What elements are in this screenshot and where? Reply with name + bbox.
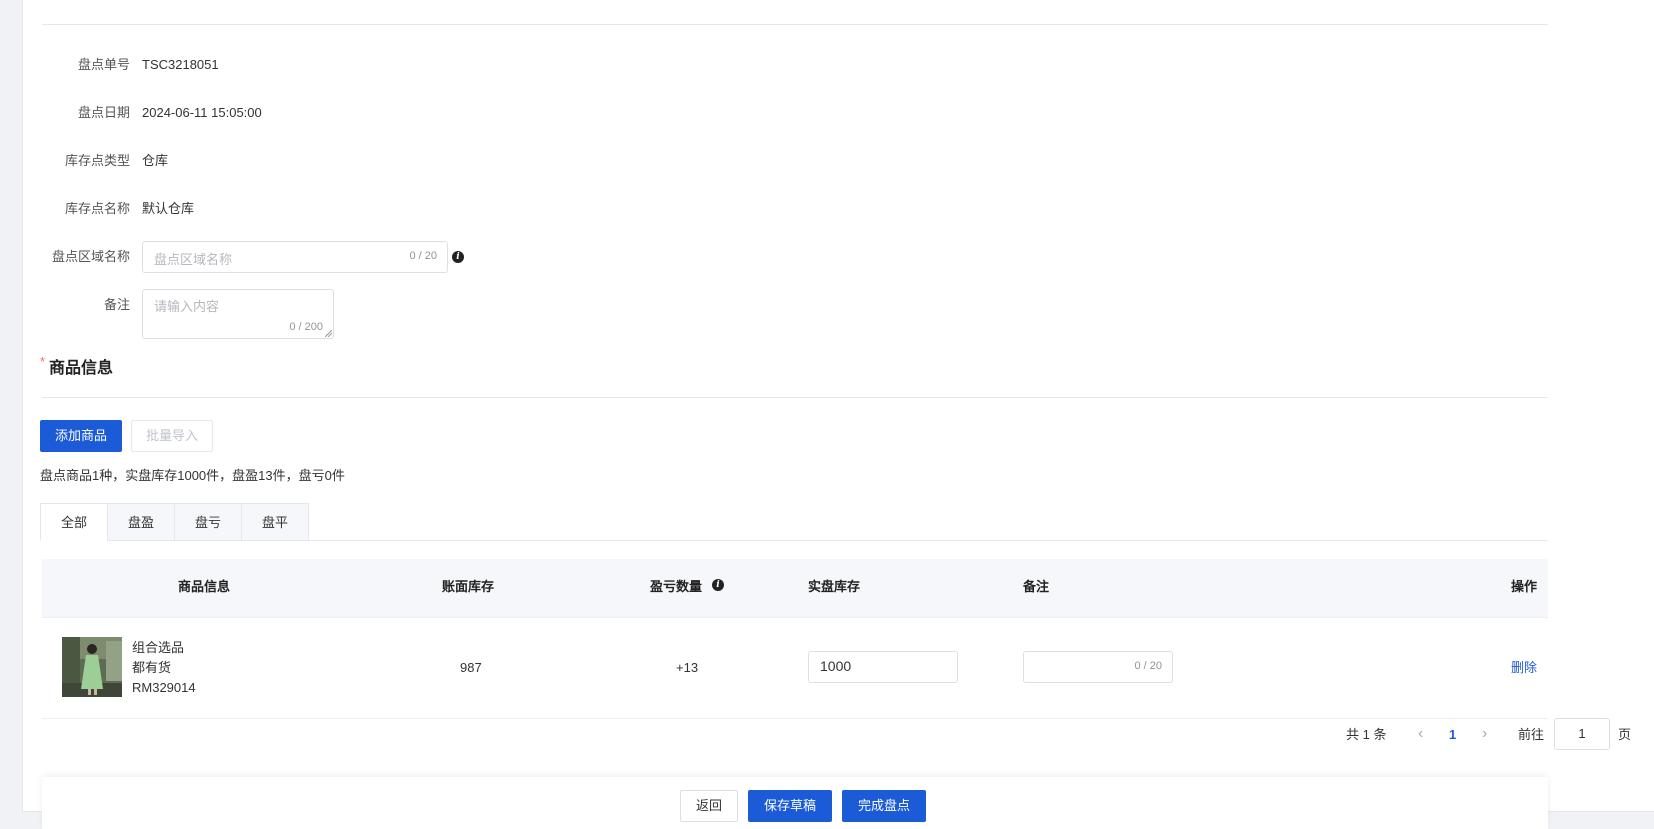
order-no-value: TSC3218051 (142, 57, 219, 72)
row-remark-counter: 0 / 20 (1134, 660, 1162, 672)
required-mark: * (40, 354, 46, 369)
tabs-baseline (308, 540, 1548, 541)
location-name-value: 默认仓库 (142, 201, 195, 216)
area-name-counter: 0 / 20 (409, 250, 437, 262)
prev-page-icon[interactable]: ‹ (1418, 725, 1423, 743)
date-value: 2024-06-11 15:05:00 (142, 105, 262, 120)
order-no-label: 盘点单号 (77, 57, 130, 72)
product-code: RM329014 (132, 680, 196, 695)
next-page-icon[interactable]: › (1482, 725, 1487, 743)
th-product: 商品信息 (178, 579, 231, 594)
tab-loss[interactable]: 盘亏 (174, 503, 242, 541)
diff-info-icon[interactable]: i (712, 579, 724, 591)
page-suffix: 页 (1618, 727, 1632, 742)
section-divider (42, 397, 1548, 398)
area-name-input[interactable]: 盘点区域名称 0 / 20 (142, 241, 448, 273)
area-name-label: 盘点区域名称 (51, 249, 130, 264)
goto-page-input[interactable]: 1 (1554, 718, 1610, 750)
summary-text: 盘点商品1种，实盘库存1000件，盘盈13件，盘亏0件 (40, 468, 345, 483)
tab-all[interactable]: 全部 (40, 503, 108, 541)
th-book-stock: 账面库存 (442, 579, 495, 594)
location-name-label: 库存点名称 (64, 201, 130, 216)
info-icon[interactable]: i (452, 251, 464, 263)
th-actual-stock: 实盘库存 (808, 579, 861, 594)
save-draft-button[interactable]: 保存草稿 (748, 790, 832, 822)
product-name: 组合选品 (132, 640, 185, 655)
tab-surplus[interactable]: 盘盈 (107, 503, 175, 541)
table-header (42, 559, 1548, 618)
remark-textarea[interactable]: 请输入内容 0 / 200 (142, 289, 334, 339)
add-product-button[interactable]: 添加商品 (40, 420, 122, 452)
product-stock-status: 都有货 (132, 660, 172, 675)
remark-placeholder: 请输入内容 (154, 299, 220, 314)
goto-label: 前往 (1518, 727, 1545, 742)
row-remark-input[interactable]: 0 / 20 (1023, 651, 1173, 683)
actual-stock-value: 1000 (820, 658, 852, 674)
product-thumbnail (62, 637, 122, 697)
delete-link[interactable]: 删除 (1511, 659, 1537, 677)
section-title: 商品信息 (49, 360, 114, 377)
resize-handle-icon[interactable] (325, 330, 332, 337)
remark-counter: 0 / 200 (289, 321, 323, 333)
page-number-current[interactable]: 1 (1449, 726, 1456, 744)
top-divider (42, 24, 1548, 25)
location-type-label: 库存点类型 (64, 153, 130, 168)
area-name-placeholder: 盘点区域名称 (154, 252, 233, 267)
pagination-total: 共 1 条 (1346, 727, 1387, 742)
goto-page-value: 1 (1578, 726, 1586, 741)
th-action: 操作 (1511, 579, 1538, 594)
batch-import-button[interactable]: 批量导入 (131, 420, 213, 452)
location-type-value: 仓库 (142, 153, 169, 168)
th-remark: 备注 (1023, 579, 1050, 594)
table-row (42, 618, 1548, 719)
book-stock-value: 987 (460, 660, 482, 675)
th-diff-qty: 盈亏数量 (650, 579, 703, 594)
date-label: 盘点日期 (77, 105, 130, 120)
tab-balanced[interactable]: 盘平 (241, 503, 309, 541)
complete-button[interactable]: 完成盘点 (842, 790, 926, 822)
remark-label: 备注 (103, 297, 130, 312)
diff-value: +13 (676, 660, 699, 675)
back-button[interactable]: 返回 (680, 790, 738, 822)
actual-stock-input[interactable]: 1000 (808, 651, 958, 683)
